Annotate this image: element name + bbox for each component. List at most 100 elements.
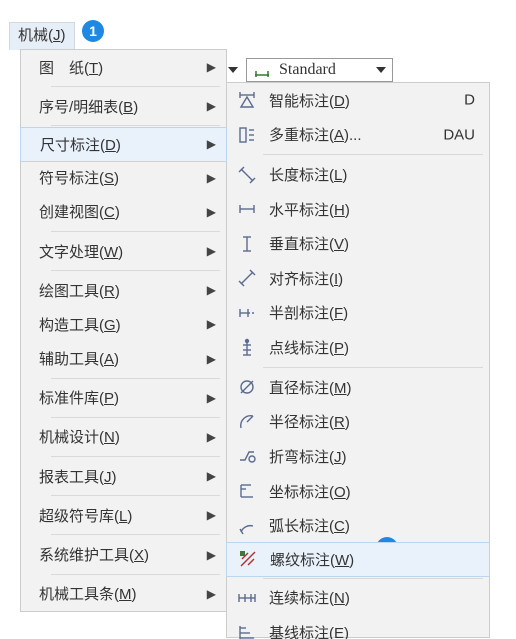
dim-style-toolbar: Standard <box>228 56 393 84</box>
submenu-item-label: 长度标注(L) <box>269 164 347 185</box>
menu-mnemonic: J <box>53 27 61 44</box>
menu-item-label: 创建视图(C) <box>39 201 120 222</box>
mechanical-menu-button[interactable]: 机械(J) <box>9 22 75 50</box>
submenu-item[interactable]: 智能标注(D) D <box>227 83 489 118</box>
menu-label-post: ) <box>61 27 66 44</box>
menu-item[interactable]: 报表工具(J)▶ <box>21 459 226 493</box>
submenu-item[interactable]: 基线标注(E) <box>227 615 489 639</box>
menu-icon-slot <box>235 88 259 112</box>
submenu-item[interactable]: 垂直标注(V) <box>227 226 489 261</box>
menu-item[interactable]: 机械设计(N)▶ <box>21 420 226 454</box>
menu-item[interactable]: 机械工具条(M)▶ <box>21 577 226 611</box>
submenu-arrow-icon: ▶ <box>207 171 216 185</box>
callout-badge-1: 1 <box>82 20 104 42</box>
vert-dim-icon <box>237 234 257 254</box>
menu-separator <box>51 574 220 575</box>
dim-style-label: Standard <box>279 61 336 79</box>
menu-item[interactable]: 符号标注(S) ▶ <box>21 161 226 195</box>
submenu-item-label: 连续标注(N) <box>269 587 350 608</box>
menu-icon-slot <box>235 479 259 503</box>
diameter-icon <box>237 377 257 397</box>
menu-separator <box>51 125 220 126</box>
menu-item-label: 报表工具(J) <box>39 466 117 487</box>
menu-item[interactable]: 辅助工具(A)▶ <box>21 342 226 376</box>
submenu-item[interactable]: 弧长标注(C) <box>227 508 489 543</box>
menu-item[interactable]: 创建视图(C)▶ <box>21 195 226 229</box>
dropdown-caret-icon[interactable] <box>376 67 386 73</box>
arc-len-icon <box>237 516 257 536</box>
ordinate-icon <box>237 481 257 501</box>
multi-dim-icon <box>237 125 257 145</box>
menu-icon-slot <box>235 444 259 468</box>
submenu-item[interactable]: 长度标注(L) <box>227 157 489 192</box>
submenu-item[interactable]: 多重标注(A)... DAU <box>227 118 489 153</box>
submenu-item[interactable]: 对齐标注(I) <box>227 261 489 296</box>
menu-icon-slot <box>235 197 259 221</box>
menu-item-label: 绘图工具(R) <box>39 280 120 301</box>
menu-item-label: 序号/明细表(B) <box>39 96 138 117</box>
menu-separator <box>51 534 220 535</box>
align-dim-icon <box>237 268 257 288</box>
submenu-item[interactable]: 半剖标注(F) <box>227 296 489 331</box>
menu-item[interactable]: 尺寸标注(D)▶ <box>20 127 227 161</box>
menu-item-label: 尺寸标注(D) <box>40 134 121 155</box>
dimension-submenu: 智能标注(D) D 多重标注(A)... DAU 长度标注(L) 水平标注(H) 垂直标注(… <box>226 82 490 638</box>
submenu-item-label: 折弯标注(J) <box>269 446 347 467</box>
submenu-item-label: 弧长标注(C) <box>269 515 350 536</box>
horiz-dim-icon <box>237 199 257 219</box>
menu-item-label: 辅助工具(A) <box>39 348 119 369</box>
menu-separator <box>263 154 483 155</box>
jog-icon <box>237 446 257 466</box>
menu-separator <box>51 231 220 232</box>
menu-item-label: 符号标注(S) <box>39 167 119 188</box>
menu-item-label: 文字处理(W) <box>39 241 123 262</box>
dim-style-selector[interactable]: Standard <box>246 58 393 82</box>
menu-label-pre: 机械( <box>18 27 53 44</box>
submenu-item-label: 基线标注(E) <box>269 622 349 639</box>
menu-item[interactable]: 标准件库(P) ▶ <box>21 381 226 415</box>
mechanical-dropdown: 图 纸(T)▶序号/明细表(B)▶尺寸标注(D)▶符号标注(S)▶创建视图(C)… <box>20 49 227 612</box>
submenu-arrow-icon: ▶ <box>207 391 216 405</box>
submenu-item[interactable]: 点线标注(P) <box>227 330 489 365</box>
menu-icon-slot <box>236 547 260 571</box>
menu-icon-slot <box>235 375 259 399</box>
submenu-item-label: 半径标注(R) <box>269 411 350 432</box>
submenu-item-label: 水平标注(H) <box>269 199 350 220</box>
submenu-item-label: 螺纹标注(W) <box>270 549 354 570</box>
menu-separator <box>51 378 220 379</box>
menu-separator <box>51 495 220 496</box>
half-sec-icon <box>237 303 257 323</box>
baseline-icon <box>237 622 257 639</box>
menu-item[interactable]: 系统维护工具(X)▶ <box>21 537 226 571</box>
radius-icon <box>237 412 257 432</box>
submenu-item[interactable]: 半径标注(R) <box>227 404 489 439</box>
dropdown-caret-icon[interactable] <box>228 67 238 73</box>
submenu-item-label: 对齐标注(I) <box>269 268 343 289</box>
menu-item[interactable]: 超级符号库(L)▶ <box>21 498 226 532</box>
menu-item[interactable]: 序号/明细表(B)▶ <box>21 89 226 123</box>
smart-dim-icon <box>237 90 257 110</box>
menu-item-label: 图 纸(T) <box>39 57 103 78</box>
menu-item[interactable]: 文字处理(W)▶ <box>21 234 226 268</box>
submenu-item[interactable]: 坐标标注(O) <box>227 474 489 509</box>
submenu-item[interactable]: 水平标注(H) <box>227 192 489 227</box>
submenu-arrow-icon: ▶ <box>207 587 216 601</box>
point-line-icon <box>237 338 257 358</box>
submenu-item[interactable]: 直径标注(M) <box>227 370 489 405</box>
submenu-item[interactable]: 连续标注(N) <box>227 581 489 616</box>
menu-item-label: 标准件库(P) <box>39 387 119 408</box>
submenu-item[interactable]: 折弯标注(J) <box>227 439 489 474</box>
submenu-item-label: 智能标注(D) <box>269 90 350 111</box>
submenu-item-label: 多重标注(A)... <box>269 124 362 145</box>
submenu-item[interactable]: 螺纹标注(W) <box>226 542 490 577</box>
shortcut-label: DAU <box>443 126 475 143</box>
menu-item[interactable]: 构造工具(G)▶ <box>21 307 226 341</box>
submenu-item-label: 坐标标注(O) <box>269 481 351 502</box>
submenu-item-label: 半剖标注(F) <box>269 302 348 323</box>
menu-item[interactable]: 绘图工具(R)▶ <box>21 273 226 307</box>
menu-item-label: 构造工具(G) <box>39 314 121 335</box>
dimension-style-icon <box>253 62 271 78</box>
menu-separator <box>51 270 220 271</box>
shortcut-label: D <box>464 92 475 109</box>
menu-item[interactable]: 图 纸(T)▶ <box>21 50 226 84</box>
